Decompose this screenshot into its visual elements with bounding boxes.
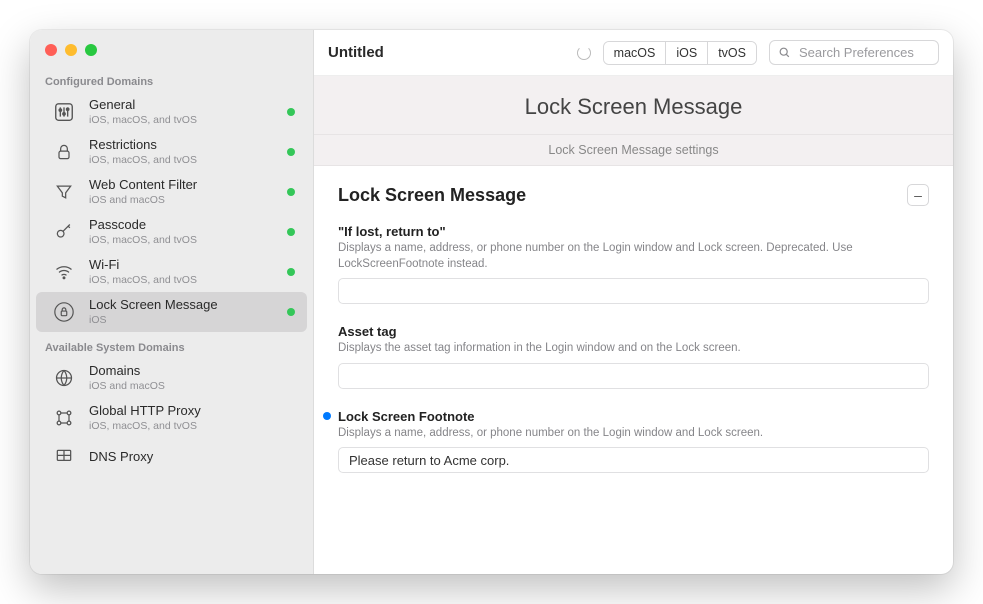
segment-ios[interactable]: iOS	[666, 42, 708, 64]
toolbar: Untitled macOS iOS tvOS	[314, 30, 953, 76]
field-asset-tag: Asset tag Displays the asset tag informa…	[338, 324, 929, 389]
collapse-panel-button[interactable]: –	[907, 184, 929, 206]
field-description: Displays a name, address, or phone numbe…	[338, 241, 929, 272]
search-icon	[778, 46, 791, 59]
document-title: Untitled	[328, 44, 384, 61]
sidebar-item-label: Global HTTP Proxy	[89, 404, 295, 419]
grid-icon	[51, 444, 77, 470]
sidebar-item-label: Passcode	[89, 218, 275, 233]
minimize-window-button[interactable]	[65, 44, 77, 56]
sidebar-item-label: DNS Proxy	[89, 450, 295, 465]
network-icon	[51, 405, 77, 431]
key-icon	[51, 219, 77, 245]
close-window-button[interactable]	[45, 44, 57, 56]
sidebar-item-sub: iOS, macOS, and tvOS	[89, 114, 275, 126]
field-label: Asset tag	[338, 324, 929, 339]
modified-indicator-icon	[323, 412, 331, 420]
sidebar-item-global-http-proxy[interactable]: Global HTTP Proxy iOS, macOS, and tvOS	[36, 398, 307, 438]
page-subtitle: Lock Screen Message settings	[314, 135, 953, 166]
sliders-icon	[51, 99, 77, 125]
sidebar-item-restrictions[interactable]: Restrictions iOS, macOS, and tvOS	[36, 132, 307, 172]
sidebar-item-label: Wi-Fi	[89, 258, 275, 273]
configured-domains-heading: Configured Domains	[30, 66, 313, 92]
lock-circle-icon	[51, 299, 77, 325]
sidebar-item-label: General	[89, 98, 275, 113]
asset-tag-input[interactable]	[338, 363, 929, 389]
sidebar-item-passcode[interactable]: Passcode iOS, macOS, and tvOS	[36, 212, 307, 252]
main-content: Untitled macOS iOS tvOS Lock Screen Mess…	[314, 30, 953, 574]
search-field[interactable]	[769, 40, 939, 65]
status-dot-icon	[287, 148, 295, 156]
sidebar: Configured Domains General iOS, macOS, a…	[30, 30, 314, 574]
status-dot-icon	[287, 188, 295, 196]
panel-title: Lock Screen Message	[338, 185, 526, 206]
sidebar-item-label: Restrictions	[89, 138, 275, 153]
field-description: Displays a name, address, or phone numbe…	[338, 426, 929, 442]
sidebar-item-sub: iOS, macOS, and tvOS	[89, 274, 275, 286]
sidebar-item-sub: iOS	[89, 314, 275, 326]
page-title: Lock Screen Message	[314, 76, 953, 135]
field-lock-screen-footnote: Lock Screen Footnote Displays a name, ad…	[338, 409, 929, 474]
globe-icon	[51, 365, 77, 391]
funnel-icon	[51, 179, 77, 205]
sidebar-item-dns-proxy[interactable]: DNS Proxy	[36, 438, 307, 476]
if-lost-return-to-input[interactable]	[338, 278, 929, 304]
lock-icon	[51, 139, 77, 165]
status-dot-icon	[287, 268, 295, 276]
sidebar-item-label: Web Content Filter	[89, 178, 275, 193]
field-description: Displays the asset tag information in th…	[338, 341, 929, 357]
app-window: Configured Domains General iOS, macOS, a…	[30, 30, 953, 574]
search-input[interactable]	[797, 44, 930, 61]
status-dot-icon	[287, 308, 295, 316]
available-domains-heading: Available System Domains	[30, 332, 313, 358]
sidebar-item-web-content-filter[interactable]: Web Content Filter iOS and macOS	[36, 172, 307, 212]
status-dot-icon	[287, 228, 295, 236]
wifi-icon	[51, 259, 77, 285]
sidebar-item-label: Lock Screen Message	[89, 298, 275, 313]
field-label: "If lost, return to"	[338, 224, 929, 239]
sidebar-item-wifi[interactable]: Wi-Fi iOS, macOS, and tvOS	[36, 252, 307, 292]
sidebar-item-sub: iOS and macOS	[89, 194, 275, 206]
sidebar-item-lock-screen-message[interactable]: Lock Screen Message iOS	[36, 292, 307, 332]
platform-segmented-control: macOS iOS tvOS	[603, 41, 757, 65]
sidebar-item-sub: iOS, macOS, and tvOS	[89, 420, 295, 432]
sidebar-item-sub: iOS, macOS, and tvOS	[89, 154, 275, 166]
settings-panel: Lock Screen Message – "If lost, return t…	[314, 166, 953, 574]
sidebar-item-general[interactable]: General iOS, macOS, and tvOS	[36, 92, 307, 132]
sidebar-item-sub: iOS and macOS	[89, 380, 295, 392]
lock-screen-footnote-input[interactable]	[338, 447, 929, 473]
segment-macos[interactable]: macOS	[604, 42, 667, 64]
field-label: Lock Screen Footnote	[338, 409, 929, 424]
loading-spinner-icon	[577, 46, 591, 60]
sidebar-item-domains[interactable]: Domains iOS and macOS	[36, 358, 307, 398]
field-if-lost-return-to: "If lost, return to" Displays a name, ad…	[338, 224, 929, 304]
zoom-window-button[interactable]	[85, 44, 97, 56]
segment-tvos[interactable]: tvOS	[708, 42, 756, 64]
window-traffic-lights	[30, 30, 313, 66]
status-dot-icon	[287, 108, 295, 116]
sidebar-item-sub: iOS, macOS, and tvOS	[89, 234, 275, 246]
sidebar-item-label: Domains	[89, 364, 295, 379]
